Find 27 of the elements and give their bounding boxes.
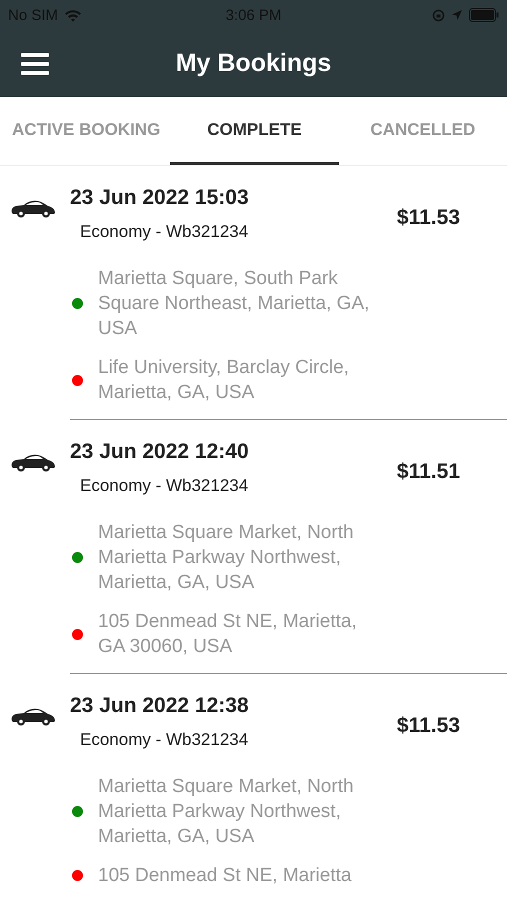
address-text: 105 Denmead St NE, Marietta <box>98 864 352 888</box>
fare-text: $11.53 <box>396 206 460 230</box>
vehicle-text: Economy - Wb321234 <box>80 730 250 750</box>
vehicle-text: Economy - Wb321234 <box>80 476 250 496</box>
booking-datetime: 23 Jun 2022 12:38 <box>70 694 250 718</box>
fare-text: $11.51 <box>396 460 460 484</box>
tab[interactable]: COMPLETE <box>170 97 339 165</box>
wifi-icon <box>64 8 82 22</box>
address-text: Marietta Square Market, North Marietta Parkway Northwest, Marietta, GA, USA <box>98 521 355 595</box>
vehicle-text: Economy - Wb321234 <box>80 222 250 242</box>
battery-icon <box>469 8 499 22</box>
address-text: 105 Denmead St NE, Marietta, GA 30060, USA <box>98 610 358 659</box>
location-arrow-icon <box>451 9 463 21</box>
booking-datetime: 23 Jun 2022 12:40 <box>70 440 250 464</box>
address-text: Life University, Barclay Circle, Marietta, GA, USA <box>98 356 350 405</box>
car-icon <box>10 452 56 472</box>
address-text: Marietta Square, South Park Square Northeast, Marietta, GA, USA <box>98 267 370 341</box>
tab[interactable]: ACTIVE BOOKING <box>2 97 170 165</box>
menu-icon[interactable] <box>21 52 49 74</box>
page-title: My Bookings <box>174 49 332 78</box>
booking-datetime: 23 Jun 2022 15:03 <box>70 186 250 210</box>
car-icon <box>10 706 56 726</box>
car-icon <box>10 198 56 218</box>
tab[interactable]: CANCELLED <box>338 97 507 165</box>
rotation-lock-icon <box>432 8 445 22</box>
address-text: Marietta Square Market, North Marietta Parkway Northwest, Marietta, GA, USA <box>98 775 355 849</box>
fare-text: $11.53 <box>396 714 460 738</box>
